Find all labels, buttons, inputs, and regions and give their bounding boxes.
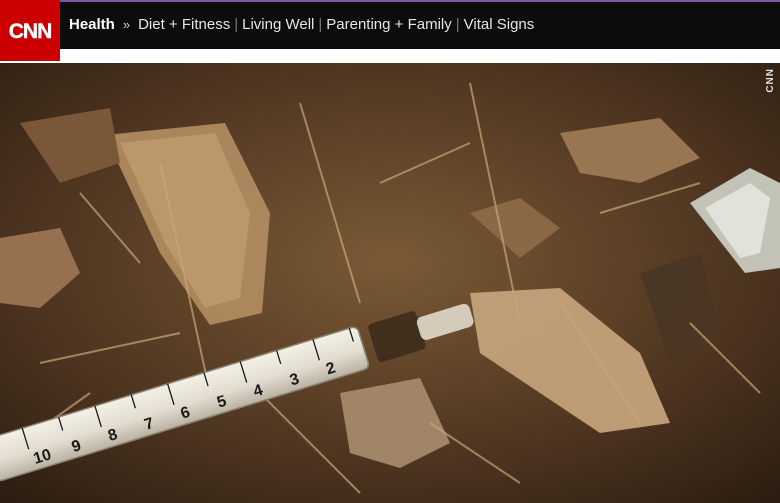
- nav-divider: |: [234, 16, 239, 33]
- nav-link-parenting-family[interactable]: Parenting + Family: [326, 15, 451, 35]
- nav-section-health[interactable]: Health: [69, 15, 115, 35]
- syringe-photo: 10 9 8 7 6 5 4 3 2: [0, 63, 780, 503]
- nav-link-diet-fitness[interactable]: Diet + Fitness: [138, 15, 230, 35]
- nav-link-living-well[interactable]: Living Well: [242, 15, 314, 35]
- header-bar: CNN Health » Diet + Fitness | Living Wel…: [0, 0, 780, 61]
- logo-text: CNN: [9, 20, 52, 43]
- page: CNN Health » Diet + Fitness | Living Wel…: [0, 0, 780, 503]
- nav-divider: |: [318, 16, 323, 33]
- cnn-logo[interactable]: CNN: [0, 0, 60, 61]
- breadcrumb-separator: »: [122, 17, 131, 32]
- cnn-logo-mark: CNN: [9, 19, 53, 43]
- nav-divider: |: [455, 16, 460, 33]
- section-nav: Health » Diet + Fitness | Living Well | …: [69, 15, 534, 35]
- cnn-watermark: CNN: [765, 68, 776, 93]
- nav-link-vital-signs[interactable]: Vital Signs: [464, 15, 535, 35]
- hero-image: 10 9 8 7 6 5 4 3 2: [0, 63, 780, 503]
